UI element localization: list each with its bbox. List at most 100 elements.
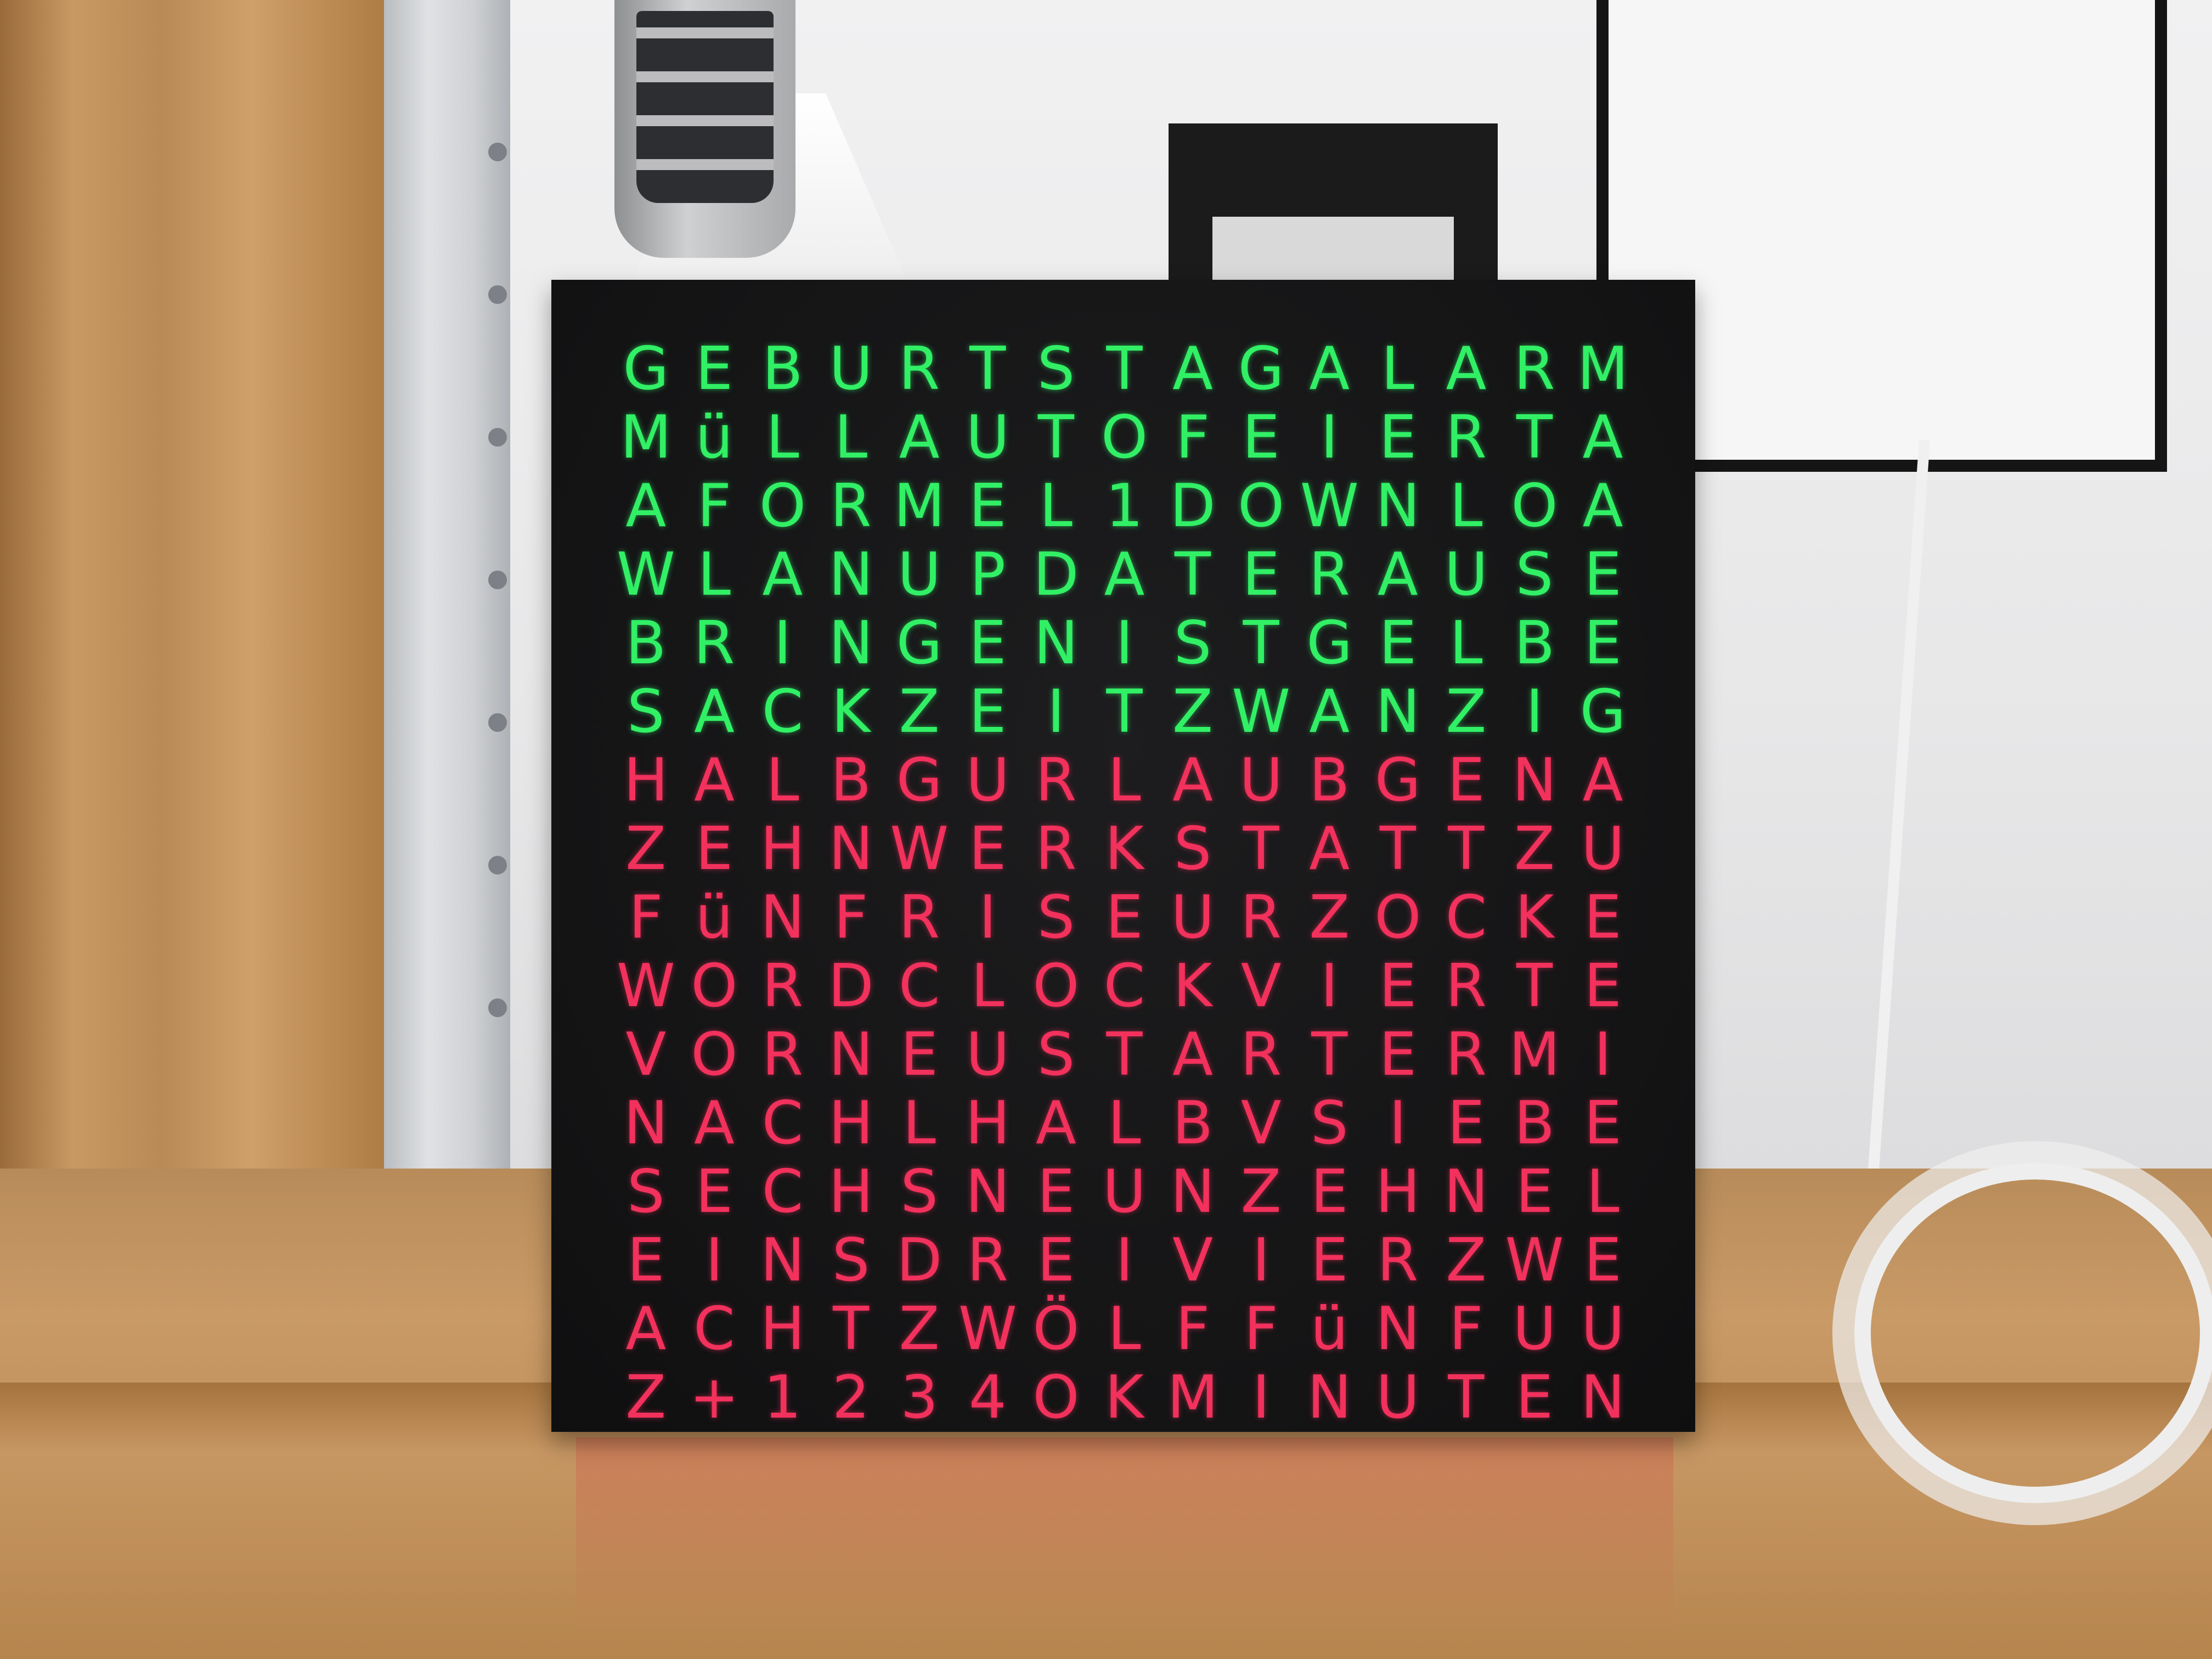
clock-letter: ü xyxy=(695,403,733,472)
clock-letter: L xyxy=(1039,471,1073,540)
clock-letter: ü xyxy=(695,883,733,952)
clock-letter: A xyxy=(1309,334,1350,403)
clock-letter: G xyxy=(896,608,943,678)
clock-letter: I xyxy=(705,1226,723,1295)
clock-letter: 1 xyxy=(1105,471,1143,540)
clock-letter: H xyxy=(760,814,805,883)
clock-letter: A xyxy=(899,403,940,472)
clock-letter: I xyxy=(1526,677,1543,746)
clock-letter: T xyxy=(1243,814,1279,883)
clock-letter: A xyxy=(1582,471,1623,540)
clock-letter: L xyxy=(1449,471,1483,540)
clock-letter: E xyxy=(969,608,1007,678)
clock-letter: V xyxy=(1172,1226,1213,1295)
clock-letter: E xyxy=(1515,1157,1554,1226)
clock-letter: M xyxy=(894,471,945,540)
clock-letter: A xyxy=(1377,540,1418,609)
clock-letter: B xyxy=(1172,1088,1214,1158)
clock-letter: S xyxy=(1515,540,1554,609)
clock-letter: R xyxy=(1445,1020,1487,1089)
clock-letter: U xyxy=(829,334,873,403)
clock-letter: 2 xyxy=(832,1363,870,1432)
clock-letter: 4 xyxy=(968,1363,1007,1432)
clock-letter: R xyxy=(1377,1226,1419,1295)
clock-letter: L xyxy=(1108,746,1141,815)
clock-letter: R xyxy=(830,471,872,540)
clock-letter: S xyxy=(1173,814,1212,883)
metal-shelf-rail xyxy=(384,0,510,1234)
clock-letter: O xyxy=(1032,1363,1080,1432)
clock-letter: S xyxy=(1037,1020,1075,1089)
clock-letter: R xyxy=(1445,951,1487,1020)
clock-letter: N xyxy=(1581,1363,1625,1432)
clock-letter: Z xyxy=(625,1363,667,1432)
clock-letter: T xyxy=(1175,540,1211,609)
clock-letter: T xyxy=(1448,1363,1485,1432)
clock-letter: Z xyxy=(1240,1157,1282,1226)
clock-letter: E xyxy=(1311,1157,1348,1226)
clock-letter: P xyxy=(969,540,1006,609)
clock-letter: S xyxy=(1310,1088,1348,1158)
clock-letter: S xyxy=(627,677,665,746)
clock-letter: G xyxy=(1374,746,1421,815)
clock-letter: N xyxy=(1170,1157,1215,1226)
clock-letter: V xyxy=(625,1020,667,1089)
clock-letter: H xyxy=(1375,1157,1420,1226)
clock-letter: A xyxy=(1172,1020,1213,1089)
clock-letter: W xyxy=(958,1294,1017,1363)
clock-letter: E xyxy=(1105,883,1143,952)
clock-letter: I xyxy=(1115,608,1133,678)
clock-letter: U xyxy=(966,403,1009,472)
clock-letter: F xyxy=(1449,1294,1483,1363)
clock-letter: L xyxy=(902,1088,936,1158)
clock-letter: ü xyxy=(1311,1294,1348,1363)
clock-letter: B xyxy=(1514,608,1555,678)
clock-letter: O xyxy=(1374,883,1421,952)
clock-letter: O xyxy=(691,1020,738,1089)
clock-letter: A xyxy=(693,677,735,746)
clock-letter: F xyxy=(697,471,731,540)
clock-letter: C xyxy=(1103,951,1146,1020)
clock-letter: I xyxy=(1252,1226,1270,1295)
clock-letter: W xyxy=(1232,677,1291,746)
clock-letter: A xyxy=(625,1294,667,1363)
clock-letter: E xyxy=(1584,608,1622,678)
clock-letter: U xyxy=(966,746,1009,815)
clock-letter: F xyxy=(1175,1294,1210,1363)
clock-letter: K xyxy=(1173,951,1212,1020)
clock-letter: E xyxy=(1584,1226,1622,1295)
clock-letter: H xyxy=(965,1088,1010,1158)
clock-letter: E xyxy=(695,334,733,403)
clock-letter: N xyxy=(828,814,873,883)
clock-letter: I xyxy=(1047,677,1065,746)
clock-letter: T xyxy=(833,1294,870,1363)
clock-letter: K xyxy=(1515,883,1554,952)
clock-letter: E xyxy=(1037,1226,1075,1295)
clock-letter: C xyxy=(693,1294,735,1363)
coiled-cable xyxy=(1854,1163,2212,1503)
clock-letter: L xyxy=(1108,1294,1141,1363)
clock-letter: A xyxy=(693,1088,735,1158)
clock-letter: S xyxy=(627,1157,665,1226)
clock-letter: R xyxy=(1308,540,1350,609)
clock-letter: E xyxy=(695,814,733,883)
clock-letter: E xyxy=(1515,1363,1554,1432)
clock-letter: N xyxy=(828,608,873,678)
clock-letter: E xyxy=(1584,1088,1622,1158)
rail-hole xyxy=(488,285,507,304)
clock-letter: F xyxy=(834,883,868,952)
clock-letter: L xyxy=(766,403,799,472)
clock-letter: T xyxy=(1311,1020,1348,1089)
clock-letter: B xyxy=(762,334,803,403)
clock-letter: B xyxy=(1514,1088,1555,1158)
clock-letter: R xyxy=(899,883,940,952)
clock-letter: R xyxy=(1035,814,1077,883)
clock-letter: W xyxy=(1505,1226,1564,1295)
clock-letter: N xyxy=(828,540,873,609)
clock-letter: 1 xyxy=(764,1363,802,1432)
clock-reflection xyxy=(576,1437,1673,1635)
clock-letter: L xyxy=(971,951,1005,1020)
clock-letter: Ö xyxy=(1032,1294,1080,1363)
clock-letter: I xyxy=(1115,1226,1133,1295)
clock-letter: A xyxy=(1582,403,1623,472)
